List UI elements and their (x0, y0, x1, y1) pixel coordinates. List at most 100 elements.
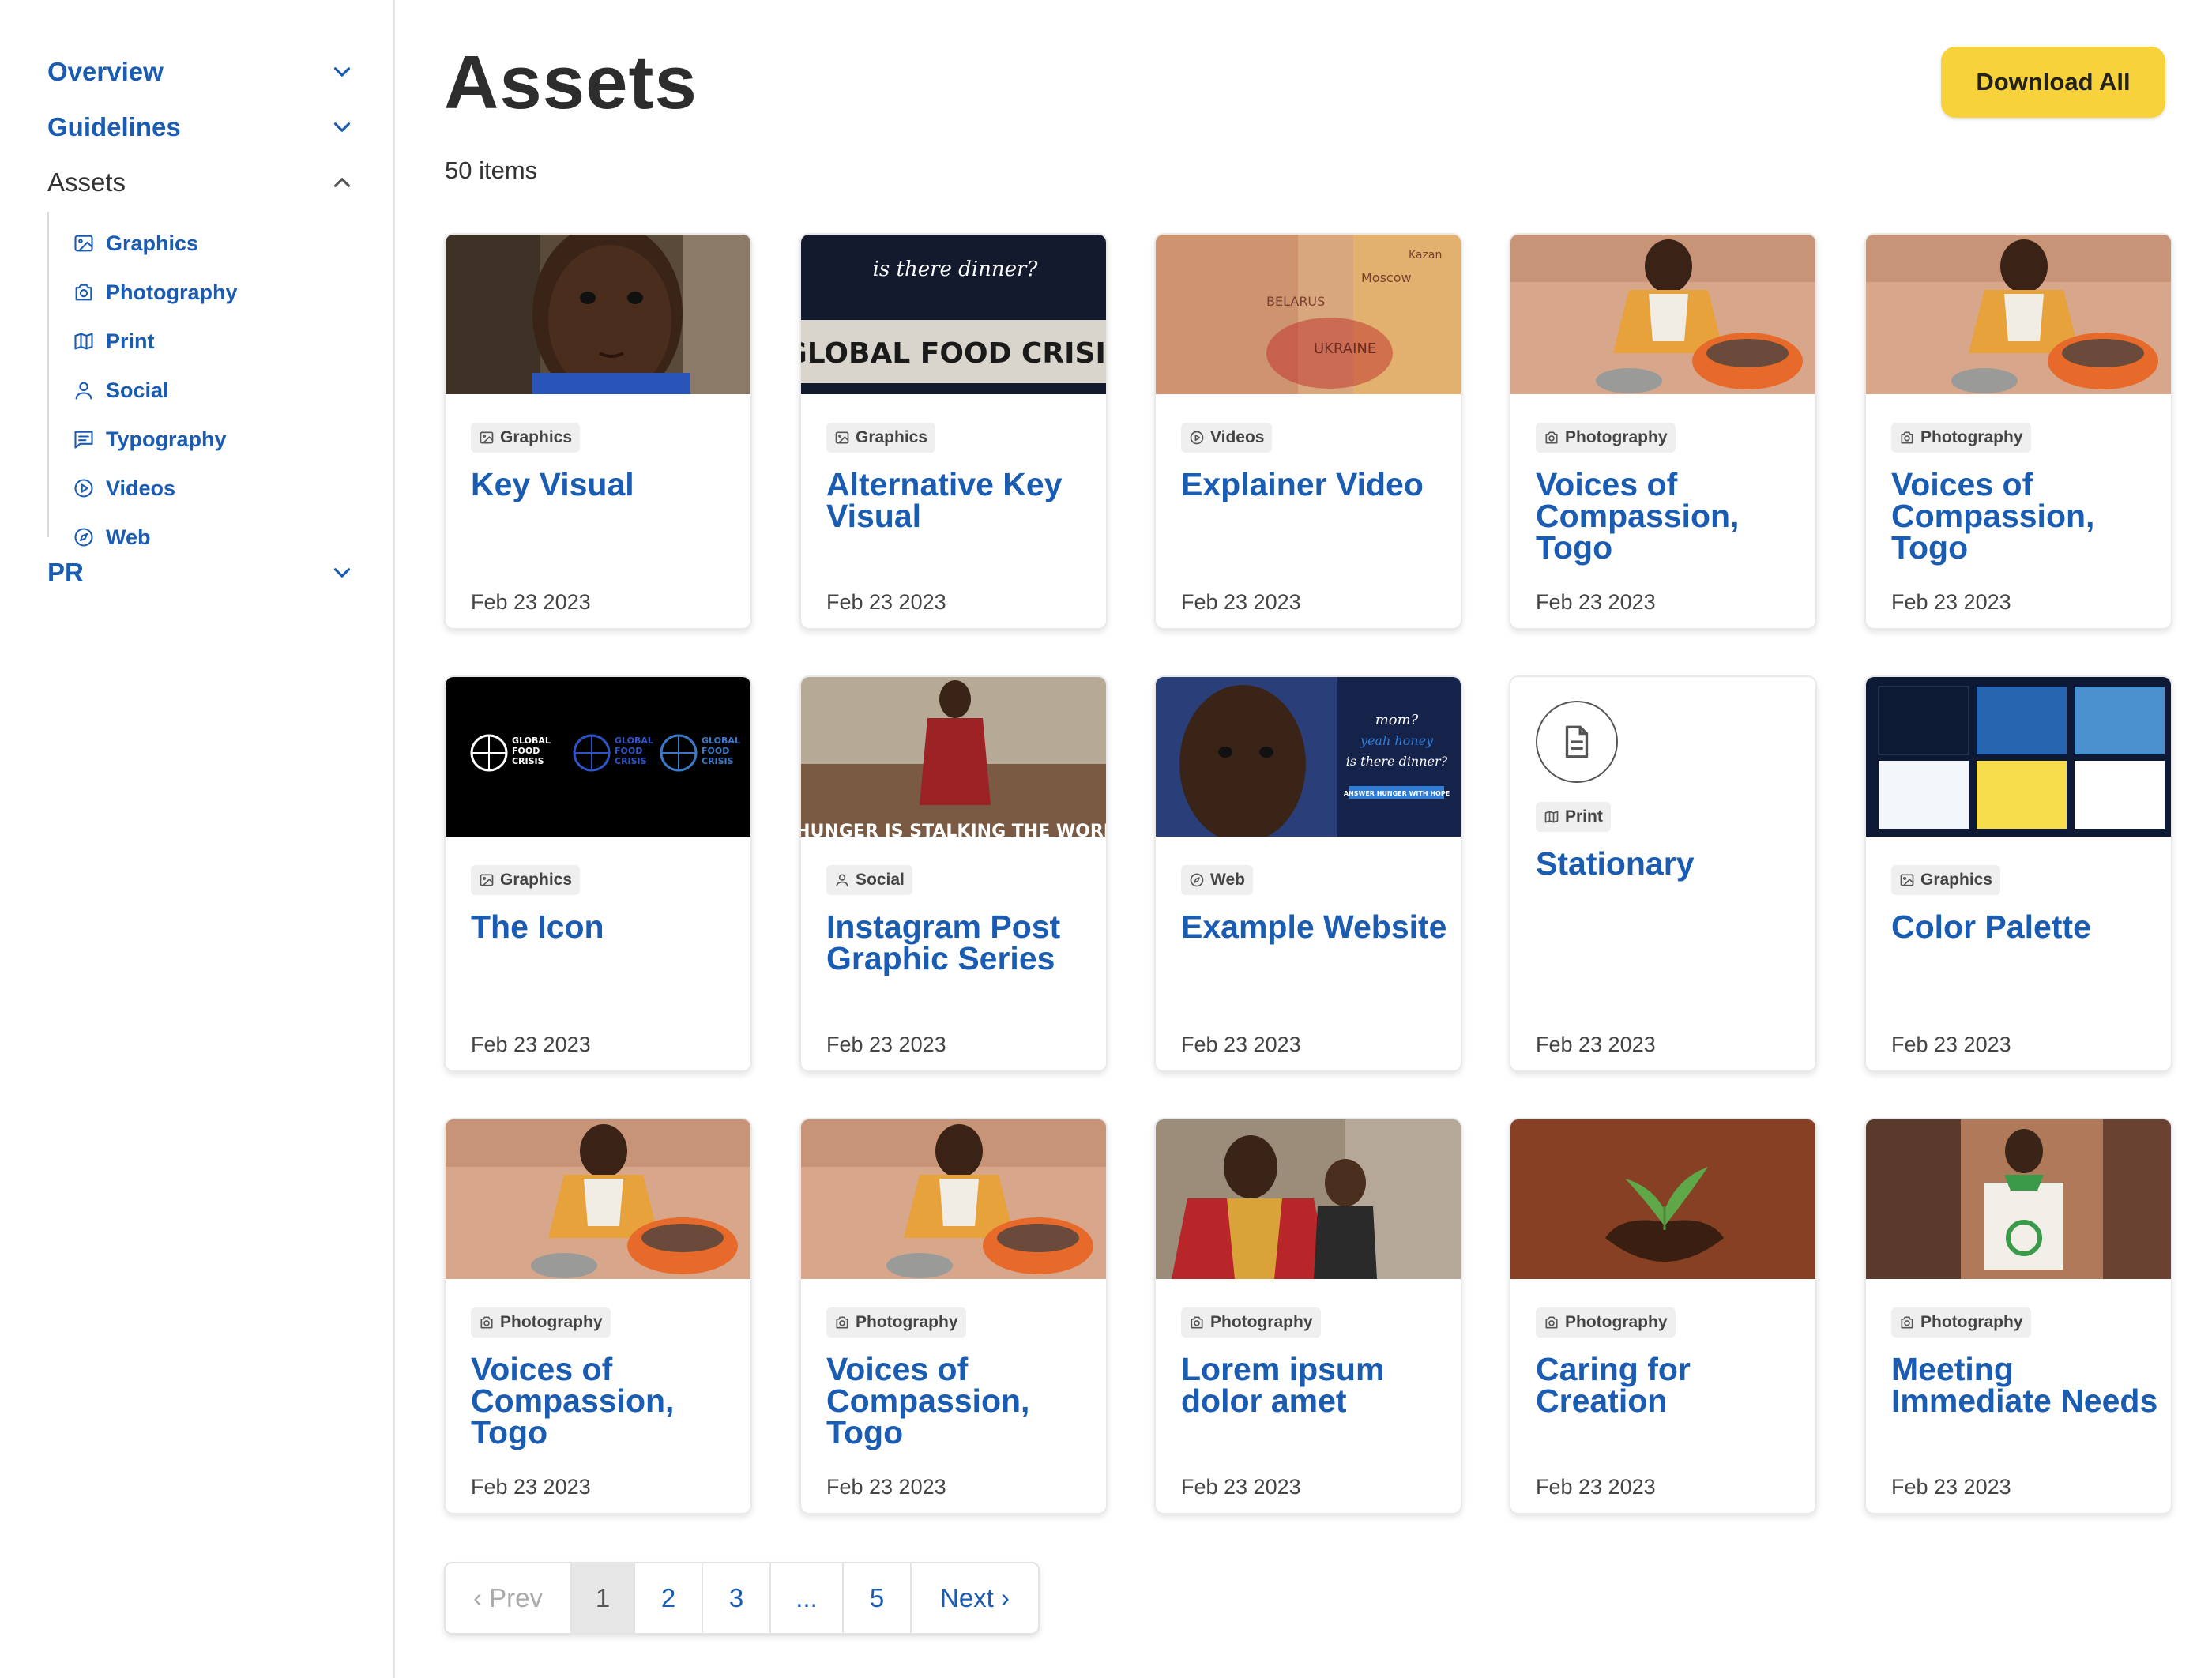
item-count: 50 items (445, 156, 538, 184)
card-title[interactable]: Voices of Compassion, Togo (1536, 468, 1804, 564)
card-date: Feb 23 2023 (1891, 1033, 2011, 1056)
download-all-button[interactable]: Download All (1941, 47, 2165, 118)
message-square-icon (74, 431, 93, 449)
nav-overview[interactable]: Overview (47, 51, 356, 93)
camera-icon (480, 1316, 493, 1329)
page-1-button[interactable]: 1 (572, 1563, 635, 1633)
logo-text: GLOBAL (702, 736, 740, 746)
asset-card[interactable]: BELARUS UKRAINE Moscow Kazan Videos Expl… (1154, 233, 1462, 630)
asset-card[interactable]: Graphics Key Visual Feb 23 2023 (444, 233, 752, 630)
card-title[interactable]: The Icon (471, 911, 739, 943)
card-thumbnail (1866, 235, 2171, 394)
card-date: Feb 23 2023 (1181, 1033, 1301, 1056)
palette-swatch (1879, 761, 1969, 829)
nav-guidelines[interactable]: Guidelines (47, 106, 356, 149)
sidebar-item-photography[interactable]: Photography (73, 275, 238, 310)
asset-card[interactable]: Photography Lorem ipsum dolor amet Feb 2… (1154, 1118, 1462, 1514)
page-2-button[interactable]: 2 (635, 1563, 703, 1633)
asset-card[interactable]: GLOBAL FOOD CRISIS GLOBAL FOOD CRISIS GL… (444, 675, 752, 1072)
category-badge: Print (1536, 802, 1611, 832)
logo-text: GLOBAL (512, 736, 551, 746)
image-icon (835, 431, 849, 444)
nav-assets-label: Assets (47, 167, 126, 197)
card-thumbnail: GLOBAL FOOD CRISIS GLOBAL FOOD CRISIS GL… (446, 677, 750, 837)
image-icon (480, 874, 494, 886)
page-3-button[interactable]: 3 (703, 1563, 771, 1633)
pagination: ‹ Prev 1 2 3 ... 5 Next › (444, 1562, 1040, 1635)
prev-page-button[interactable]: ‹ Prev (446, 1563, 572, 1633)
user-icon (75, 382, 92, 400)
sidebar-item-label: Videos (106, 476, 176, 500)
card-date: Feb 23 2023 (826, 1475, 946, 1499)
nav-pr[interactable]: PR (47, 551, 356, 594)
category-label: Videos (1210, 428, 1265, 446)
website-screenshot-image: mom? yeah honey is there dinner? ANSWER … (1156, 677, 1461, 837)
category-badge: Photography (1181, 1307, 1321, 1338)
thumb-caption: mom? (1375, 712, 1419, 728)
woman-with-bowl-image (801, 1119, 1106, 1279)
logo-text: FOOD (512, 746, 540, 756)
next-page-button[interactable]: Next › (912, 1563, 1038, 1633)
card-title[interactable]: Key Visual (471, 468, 739, 501)
card-thumbnail (446, 235, 750, 394)
card-title[interactable]: Voices of Compassion, Togo (826, 1353, 1095, 1449)
play-circle-icon (74, 479, 93, 498)
sidebar-item-print[interactable]: Print (73, 324, 155, 359)
card-title[interactable]: Explainer Video (1181, 468, 1450, 501)
sidebar-item-web[interactable]: Web (73, 520, 151, 555)
card-title[interactable]: Lorem ipsum dolor amet (1181, 1353, 1450, 1417)
card-title[interactable]: Color Palette (1891, 911, 2160, 943)
camera-icon (1901, 431, 1913, 444)
image-icon (480, 431, 494, 444)
thumb-caption: HUNGER IS STALKING THE WORL (801, 822, 1108, 837)
chevron-down-icon (333, 67, 351, 77)
card-title[interactable]: Stationary (1536, 848, 1804, 880)
card-title[interactable]: Voices of Compassion, Togo (1891, 468, 2160, 564)
asset-card[interactable]: Print Stationary Feb 23 2023 (1509, 675, 1817, 1072)
sidebar-item-label: Web (106, 525, 151, 549)
category-label: Graphics (1920, 871, 1993, 889)
card-date: Feb 23 2023 (1536, 1475, 1656, 1499)
card-thumbnail (1510, 1119, 1815, 1279)
asset-card[interactable]: Photography Voices of Compassion, Togo F… (444, 1118, 752, 1514)
asset-card[interactable]: Photography Voices of Compassion, Togo F… (1864, 233, 2172, 630)
palette-swatch (2075, 761, 2165, 829)
map-collage-image: BELARUS UKRAINE Moscow Kazan (1156, 235, 1461, 394)
category-badge: Graphics (471, 865, 581, 895)
page-5-button[interactable]: 5 (844, 1563, 912, 1633)
sidebar-item-typography[interactable]: Typography (73, 422, 227, 457)
card-title[interactable]: Alternative Key Visual (826, 468, 1095, 532)
camera-icon (1545, 431, 1558, 444)
card-title[interactable]: Meeting Immediate Needs (1891, 1353, 2160, 1417)
compass-icon (74, 528, 93, 547)
asset-card[interactable]: Photography Caring for Creation Feb 23 2… (1509, 1118, 1817, 1514)
logo-text: CRISIS (615, 756, 647, 766)
color-palette-image (1866, 677, 2171, 837)
palette-swatch (1977, 687, 2067, 754)
card-title[interactable]: Instagram Post Graphic Series (826, 911, 1095, 975)
asset-card[interactable]: Photography Voices of Compassion, Togo F… (799, 1118, 1108, 1514)
card-title[interactable]: Caring for Creation (1536, 1353, 1804, 1417)
sidebar-item-graphics[interactable]: Graphics (73, 226, 198, 261)
asset-card[interactable]: Graphics Color Palette Feb 23 2023 (1864, 675, 2172, 1072)
card-date: Feb 23 2023 (471, 590, 591, 614)
category-label: Photography (1210, 1313, 1313, 1331)
camera-icon (1901, 1316, 1913, 1329)
asset-card[interactable]: Photography Meeting Immediate Needs Feb … (1864, 1118, 2172, 1514)
asset-card[interactable]: Photography Voices of Compassion, Togo F… (1509, 233, 1817, 630)
category-label: Photography (500, 1313, 603, 1331)
card-date: Feb 23 2023 (826, 1033, 946, 1056)
asset-card[interactable]: HUNGER IS STALKING THE WORL Social Insta… (799, 675, 1108, 1072)
category-label: Graphics (856, 428, 928, 446)
sidebar: Overview Guidelines Assets Graphics Phot… (0, 0, 395, 1678)
palette-swatch (1977, 761, 2067, 829)
map-icon (1544, 811, 1559, 823)
asset-card[interactable]: mom? yeah honey is there dinner? ANSWER … (1154, 675, 1462, 1072)
card-title[interactable]: Example Website (1181, 911, 1450, 943)
card-title[interactable]: Voices of Compassion, Togo (471, 1353, 739, 1449)
nav-assets[interactable]: Assets (47, 161, 356, 204)
sidebar-item-social[interactable]: Social (73, 373, 169, 408)
asset-card[interactable]: is there dinner? GLOBAL FOOD CRISIS Grap… (799, 233, 1108, 630)
sidebar-item-videos[interactable]: Videos (73, 471, 175, 506)
map-icon (74, 333, 93, 350)
